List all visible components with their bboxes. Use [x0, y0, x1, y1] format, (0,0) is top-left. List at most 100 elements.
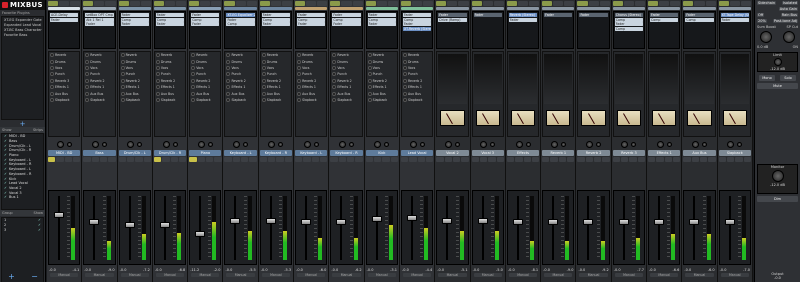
plugin-box[interactable]: Fader Comp — [648, 11, 681, 49]
send-knob-icon[interactable] — [297, 65, 302, 70]
fader-cap[interactable] — [159, 222, 170, 229]
input-button[interactable] — [341, 1, 352, 6]
strip-toggle-button[interactable] — [108, 157, 116, 162]
input-button[interactable] — [270, 1, 281, 6]
input-button[interactable] — [493, 1, 504, 6]
input-button[interactable] — [683, 1, 694, 6]
send-knob-icon[interactable] — [332, 85, 337, 90]
input-button[interactable] — [83, 1, 94, 6]
pan-knob[interactable] — [339, 140, 347, 148]
plugin-box[interactable]: ACE-Delay Fader — [48, 11, 81, 49]
input-button[interactable] — [553, 1, 564, 6]
send-knob-icon[interactable] — [50, 85, 54, 90]
send-knob-icon[interactable] — [50, 78, 54, 83]
send-knob-icon[interactable] — [332, 78, 337, 83]
send-knob-icon[interactable] — [367, 97, 372, 102]
width-knob[interactable] — [666, 141, 672, 147]
fader-cap[interactable] — [230, 218, 241, 225]
plugin-box[interactable]: Fader Comp Fader — [118, 11, 151, 49]
plugin-slot[interactable]: Comp — [614, 17, 644, 22]
input-button[interactable] — [246, 1, 257, 6]
send-knob-icon[interactable] — [297, 78, 302, 83]
fader-cap[interactable] — [265, 218, 276, 225]
pan-knob[interactable] — [162, 140, 170, 148]
input-button[interactable] — [376, 1, 387, 6]
sum-boost-knob[interactable] — [760, 31, 773, 43]
send-knob-icon[interactable] — [402, 91, 407, 96]
send-knob-icon[interactable] — [367, 59, 372, 64]
send-knob-icon[interactable] — [226, 59, 231, 64]
input-button[interactable] — [447, 1, 458, 6]
automation-mode-button[interactable]: Manual — [226, 273, 255, 277]
input-button[interactable] — [542, 1, 553, 6]
strip-toggle-button[interactable] — [224, 157, 232, 162]
send-knob-icon[interactable] — [120, 65, 125, 70]
automation-mode-button[interactable]: Manual — [120, 273, 149, 277]
plugin-slot[interactable]: Fader — [155, 13, 185, 17]
send-knob-icon[interactable] — [332, 97, 337, 102]
send-knob-icon[interactable] — [261, 53, 266, 58]
send-knob-icon[interactable] — [297, 59, 302, 64]
pan-knob[interactable] — [127, 140, 135, 148]
plugin-slot[interactable]: ACE-Delay — [50, 13, 79, 17]
checkmark-icon[interactable]: ✓ — [38, 223, 41, 227]
plugin-slot[interactable]: Fader — [579, 13, 608, 17]
checkmark-icon[interactable]: ✓ — [4, 195, 7, 199]
plugin-box[interactable]: XT-EG Equalizer 2 Fader Comp — [224, 11, 257, 49]
strip-toggle-button[interactable] — [400, 157, 409, 162]
send-knob-icon[interactable] — [191, 53, 196, 58]
plugin-slot[interactable]: Comp — [297, 17, 326, 22]
send-knob-icon[interactable] — [367, 65, 372, 70]
input-button[interactable] — [436, 1, 447, 6]
rain-bus-button[interactable]: Rain Bus — [780, 13, 798, 17]
checkmark-icon[interactable]: ✓ — [4, 158, 7, 162]
send-knob-icon[interactable] — [226, 78, 231, 83]
input-button[interactable] — [458, 1, 469, 6]
send-knob-icon[interactable] — [226, 65, 231, 70]
plugin-slot[interactable]: Comp — [155, 17, 185, 22]
input-button[interactable] — [400, 1, 412, 6]
automation-mode-button[interactable]: Manual — [297, 273, 326, 277]
width-knob[interactable] — [525, 141, 531, 147]
strip-toggle-button[interactable] — [496, 157, 504, 162]
plugin-slot[interactable]: Comp — [650, 17, 679, 22]
favorite-plugin[interactable]: XT-EG Expander Gate 2 — [2, 17, 43, 22]
send-knob-icon[interactable] — [120, 59, 125, 64]
send-knob-icon[interactable] — [85, 78, 90, 83]
send-knob-icon[interactable] — [191, 59, 196, 64]
send-knob-icon[interactable] — [261, 97, 266, 102]
send-knob-icon[interactable] — [85, 59, 90, 64]
strip-toggle-button[interactable] — [126, 157, 135, 162]
send-knob-icon[interactable] — [155, 72, 160, 77]
plugin-slot[interactable]: Fader — [297, 22, 326, 26]
input-button[interactable] — [211, 1, 222, 6]
checkmark-icon[interactable]: ✓ — [4, 172, 7, 176]
strip-toggle-button[interactable] — [143, 157, 151, 162]
width-knob[interactable] — [596, 141, 602, 147]
strip-toggle-button[interactable] — [99, 157, 108, 162]
checkmark-icon[interactable]: ✓ — [4, 153, 7, 157]
strip-toggle-button[interactable] — [683, 157, 691, 162]
pan-knob[interactable] — [268, 140, 276, 148]
strip-toggle-button[interactable] — [602, 157, 610, 162]
send-knob-icon[interactable] — [402, 85, 407, 90]
checkmark-icon[interactable]: ✓ — [4, 186, 7, 190]
pan-knob[interactable] — [621, 140, 629, 148]
input-button[interactable] — [295, 1, 306, 6]
strip-toggle-button[interactable] — [425, 157, 434, 162]
input-button[interactable] — [588, 1, 599, 6]
strip-toggle-button[interactable] — [461, 157, 469, 162]
strip-name-button[interactable]: Vocal 3 — [471, 150, 504, 156]
input-button[interactable] — [729, 1, 740, 6]
plugin-box[interactable]: Fader Comp — [683, 11, 716, 49]
input-button[interactable] — [352, 1, 363, 6]
checkmark-icon[interactable]: ✓ — [4, 162, 7, 166]
checkmark-icon[interactable]: ✓ — [4, 144, 7, 148]
send-knob-icon[interactable] — [50, 97, 54, 102]
input-button[interactable] — [577, 1, 588, 6]
send-knob-icon[interactable] — [120, 85, 125, 90]
plugin-slot[interactable]: Fader — [544, 13, 573, 17]
input-button[interactable] — [705, 1, 716, 6]
sidechain-button[interactable]: Sidechain — [757, 1, 777, 5]
plugin-slot[interactable]: Comp — [402, 17, 432, 22]
